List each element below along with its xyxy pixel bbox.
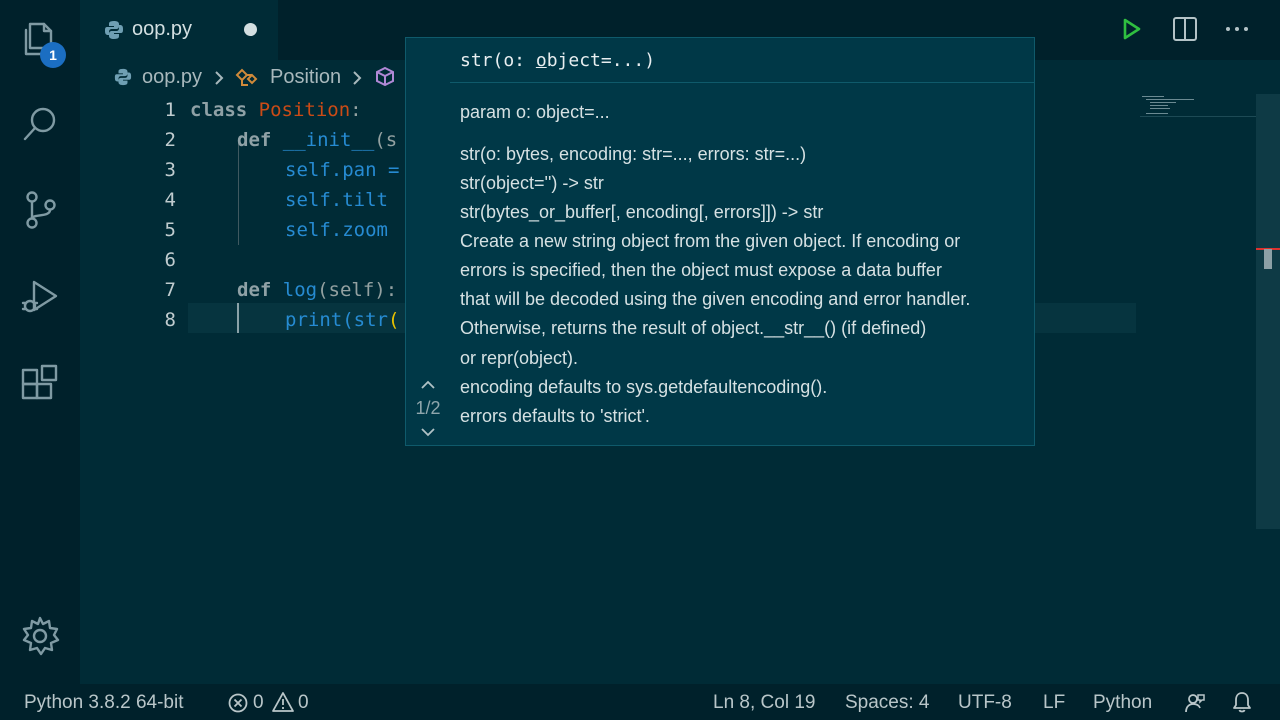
line-number: 7: [164, 279, 176, 301]
function-name: log: [282, 279, 318, 301]
doc-line: errors is specified, then the object mus…: [460, 260, 942, 280]
end-of-line[interactable]: LF: [1043, 692, 1065, 714]
vertical-scrollbar[interactable]: [1256, 94, 1280, 529]
code-line-7: def log(self):: [237, 279, 397, 301]
extensions-icon[interactable]: [18, 362, 62, 406]
minimap-line: [1146, 113, 1168, 114]
line-number: 4: [164, 189, 176, 211]
line-number: 3: [164, 159, 176, 181]
run-debug-icon[interactable]: [18, 274, 62, 318]
doc-line: or repr(object).: [460, 348, 579, 368]
doc-line: errors defaults to 'strict'.: [460, 406, 650, 426]
search-icon[interactable]: [18, 102, 62, 146]
feedback-icon[interactable]: [1183, 691, 1207, 715]
doc-line: encoding defaults to sys.getdefaultencod…: [460, 377, 828, 397]
file-encoding[interactable]: UTF-8: [958, 692, 1012, 714]
cursor-position[interactable]: Ln 8, Col 19: [713, 692, 815, 714]
indentation[interactable]: Spaces: 4: [845, 692, 930, 714]
error-icon[interactable]: [227, 692, 249, 714]
source-control-icon[interactable]: [18, 188, 62, 232]
signature-help-widget: 1/2 str(o: object=...) param o: object=.…: [405, 37, 1035, 446]
active-parameter: o: [535, 50, 547, 71]
split-editor-icon[interactable]: [1172, 14, 1198, 44]
minimap-line: [1142, 96, 1164, 97]
divider: [450, 82, 1034, 83]
doc-line: Otherwise, returns the result of object.…: [460, 318, 927, 338]
overload-nav: 1/2: [406, 38, 450, 445]
doc-line: str(o: bytes, encoding: str=..., errors:…: [460, 144, 807, 164]
signature-suffix: bject=...): [546, 50, 656, 71]
doc-line: str(bytes_or_buffer[, encoding[, errors]…: [460, 202, 824, 222]
warning-count[interactable]: 0: [298, 692, 309, 714]
keyword: def: [237, 129, 272, 151]
code-line-4: self.tilt: [285, 189, 388, 211]
function-call: str: [353, 309, 388, 331]
doc-line: str(object='') -> str: [460, 173, 604, 193]
warning-icon[interactable]: [271, 691, 295, 713]
run-file-icon[interactable]: [1120, 14, 1144, 44]
more-actions-icon[interactable]: [1224, 14, 1250, 44]
overload-counter: 1/2: [415, 398, 441, 418]
signature-prefix: str(o:: [460, 50, 536, 71]
explorer-badge: 1: [40, 42, 66, 68]
tab-oop-py[interactable]: oop.py: [80, 0, 278, 60]
error-count[interactable]: 0: [253, 692, 264, 714]
class-symbol-icon: [235, 68, 258, 86]
notifications-bell-icon[interactable]: [1231, 690, 1253, 714]
param-doc: param o: object=...: [460, 102, 610, 122]
indent-guide-active: [237, 303, 239, 333]
code-line-8: print(str(: [285, 309, 399, 331]
keyword: class: [190, 99, 248, 121]
line-number: 1: [164, 99, 176, 121]
breadcrumb-file[interactable]: oop.py: [142, 66, 202, 89]
line-number: 8: [164, 309, 176, 331]
python-interpreter[interactable]: Python 3.8.2 64-bit: [24, 692, 184, 714]
code-line-3: self.pan =: [285, 159, 400, 181]
chevron-down-icon[interactable]: [410, 424, 446, 440]
class-name: Position: [258, 99, 351, 121]
language-mode[interactable]: Python: [1093, 692, 1152, 714]
code-line-1: class Position:: [190, 99, 362, 121]
line-number: 5: [164, 219, 176, 241]
code-punct: (: [387, 309, 400, 331]
keyword: def: [237, 279, 272, 301]
chevron-right-icon: [353, 71, 362, 85]
code-punct: (s: [374, 129, 398, 151]
chevron-right-icon: [215, 71, 224, 85]
minimap-line: [1150, 108, 1170, 109]
activity-bar: 1: [0, 0, 80, 684]
chevron-up-icon[interactable]: [410, 376, 446, 392]
line-number: 6: [164, 249, 176, 271]
function-call: print(: [285, 309, 354, 331]
settings-gear-icon[interactable]: [18, 614, 62, 658]
tab-label: oop.py: [132, 18, 193, 40]
code-line-2: def __init__(s: [237, 129, 397, 151]
code-punct: :: [350, 99, 362, 121]
code-line-5: self.zoom: [285, 219, 388, 241]
doc-line: Create a new string object from the give…: [460, 231, 961, 251]
doc-line: that will be decoded using the given enc…: [460, 289, 971, 309]
method-symbol-icon: [376, 66, 394, 87]
signature: str(o: object=...): [460, 50, 655, 71]
minimap-line: [1150, 102, 1176, 103]
unsaved-dot-icon[interactable]: [244, 23, 257, 36]
python-file-icon: [114, 68, 132, 86]
code-punct: (self):: [317, 279, 398, 301]
breadcrumb-symbol[interactable]: Position: [270, 66, 341, 89]
line-number: 2: [164, 129, 176, 151]
function-name: __init__: [282, 129, 375, 151]
python-file-icon: [105, 21, 123, 39]
status-bar: Python 3.8.2 64-bit 0 0 Ln 8, Col 19 Spa…: [0, 684, 1280, 720]
scrollbar-cursor-marker: [1264, 249, 1272, 269]
minimap-line: [1146, 99, 1194, 100]
minimap-line: [1150, 105, 1168, 106]
indent-guide: [238, 141, 239, 245]
minimap-slider[interactable]: [1140, 116, 1256, 117]
